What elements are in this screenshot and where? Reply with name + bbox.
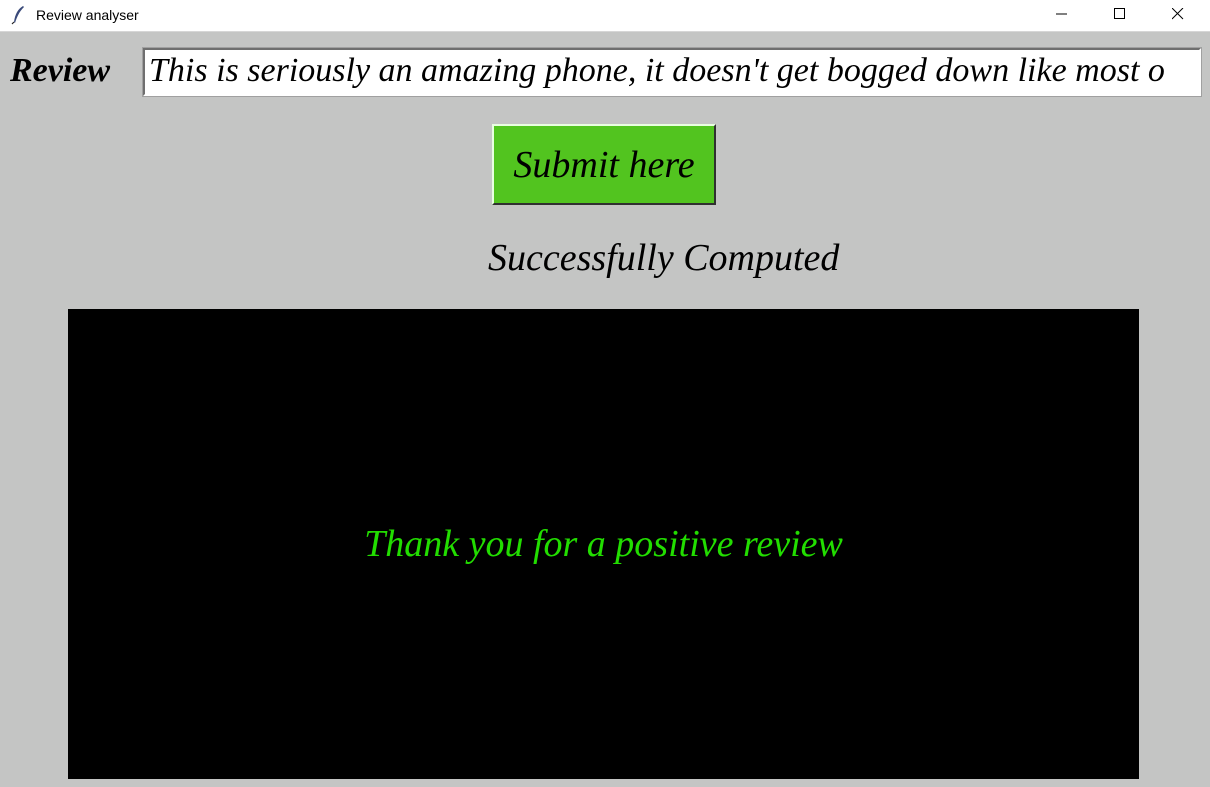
maximize-button[interactable] [1097, 0, 1143, 31]
output-panel: Thank you for a positive review [68, 309, 1139, 779]
status-text: Successfully Computed [488, 237, 840, 279]
review-input[interactable]: This is seriously an amazing phone, it d… [142, 47, 1202, 97]
result-message: Thank you for a positive review [364, 523, 843, 565]
minimize-icon [1056, 7, 1068, 25]
submit-button[interactable]: Submit here [492, 124, 716, 205]
feather-icon [9, 5, 29, 25]
review-label: Review [10, 52, 111, 89]
maximize-icon [1114, 7, 1126, 25]
close-button[interactable] [1155, 0, 1201, 31]
minimize-button[interactable] [1039, 0, 1085, 31]
window-titlebar: Review analyser [0, 0, 1210, 32]
window-title: Review analyser [36, 7, 139, 23]
close-icon [1171, 7, 1184, 25]
